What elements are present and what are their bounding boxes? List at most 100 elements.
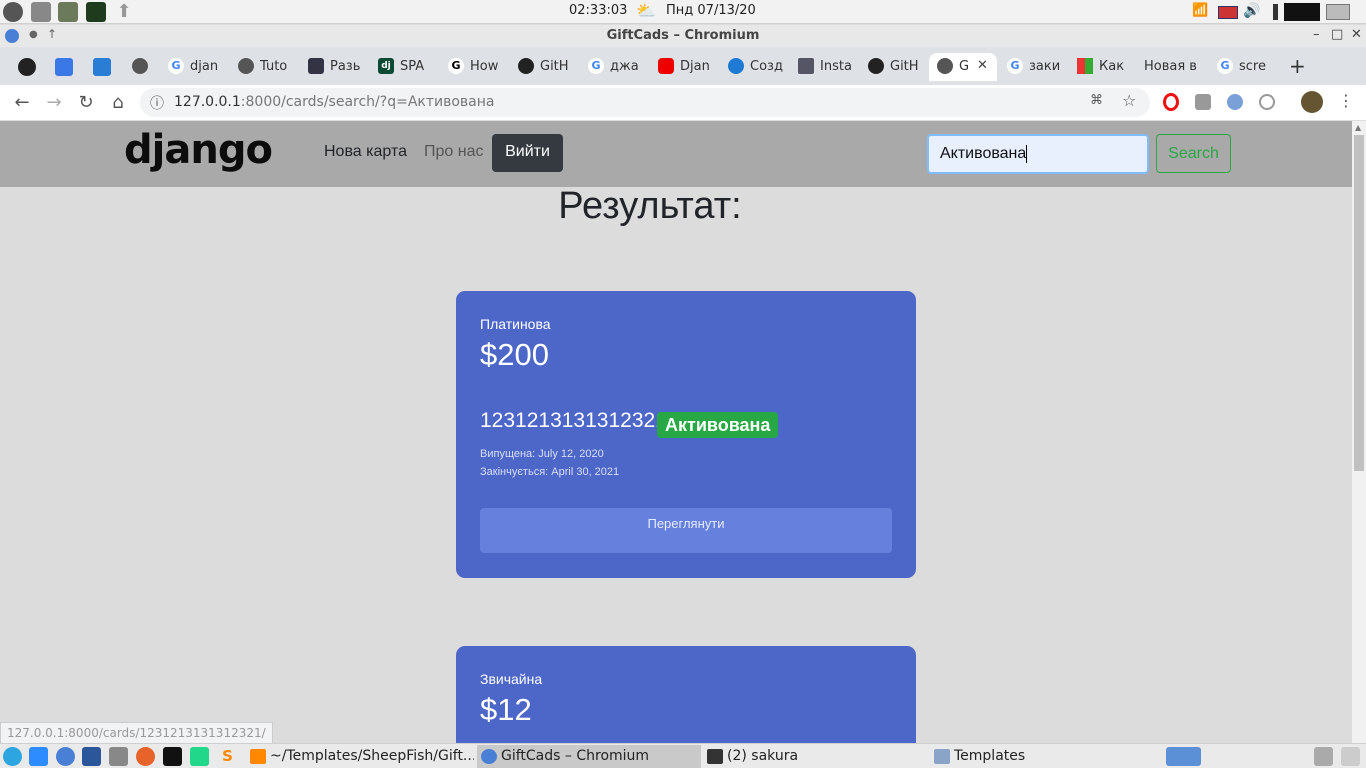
google-icon: G [1007,58,1023,74]
show-desktop-icon[interactable] [1314,747,1333,766]
telegram-icon[interactable] [3,747,22,766]
zoom-icon[interactable] [29,747,48,766]
taskbar-item-chromium[interactable]: GiftCads – Chromium [477,745,701,768]
tab-6[interactable]: GitH [510,53,578,81]
card-price: $12 [480,692,532,727]
maximize-icon[interactable]: □ [1331,27,1343,42]
page-scrollbar[interactable]: ▲ [1352,121,1366,743]
tab-15[interactable]: Новая в [1139,53,1207,81]
tab-label: Djan [680,59,710,74]
cpu-graph-icon [1284,3,1320,21]
shield-extension-icon[interactable] [1195,94,1211,110]
logout-button[interactable]: Вийти [492,134,563,172]
extension-icon[interactable] [1227,94,1243,110]
word-icon[interactable] [82,747,101,766]
tab-active[interactable]: G ✕ [929,53,997,81]
google-icon: G [1217,58,1233,74]
tab-9[interactable]: Созд [720,53,788,81]
tab-label: djan [190,59,219,74]
back-icon[interactable]: ← [10,91,34,115]
volume-icon[interactable]: 🔊 [1243,3,1260,19]
search-input[interactable]: Активована [927,134,1149,174]
webstorm-icon[interactable] [163,747,182,766]
info-icon[interactable]: ⓘ [150,93,164,113]
globe-icon [937,58,953,74]
url-path: :8000/cards/search/?q=Активована [240,94,495,110]
globe-icon [132,58,148,74]
up-arrow-icon[interactable]: ⬆ [114,2,134,22]
nav-about[interactable]: Про нас [424,143,483,161]
close-window-icon[interactable]: ✕ [1351,27,1362,42]
window-title: GiftCads – Chromium [606,28,760,43]
minimize-icon[interactable]: – [1313,27,1320,42]
taskbar-item-files[interactable]: Templates [930,745,1154,768]
monitor-icon[interactable] [58,2,78,22]
opera-extension-icon[interactable] [1163,93,1179,111]
tab-label: Созд [750,59,783,74]
tab-3[interactable]: Разь [300,53,368,81]
taskbar-item-label: GiftCads – Chromium [501,748,650,764]
pycharm-icon[interactable] [190,747,209,766]
tab-1[interactable]: Gdjan [160,53,228,81]
wifi-icon[interactable]: 📶 [1192,3,1208,18]
bookmark-star-icon[interactable]: ☆ [1122,91,1136,110]
database-icon[interactable] [109,747,128,766]
app-menu-icon[interactable] [3,2,23,22]
tab-16[interactable]: Gscre [1209,53,1271,81]
os-taskbar: S ~/Templates/SheepFish/Gift... GiftCads… [0,743,1366,768]
tab-7[interactable]: Gджа [580,53,648,81]
desktop-icon[interactable] [1326,4,1350,20]
django-logo[interactable]: django [124,127,273,173]
tab-label: Insta [820,59,852,74]
github-pinned-icon[interactable] [18,58,36,76]
sublime-icon[interactable]: S [218,747,237,766]
tab-13[interactable]: Gзаки [999,53,1067,81]
reload-icon[interactable]: ↻ [74,91,98,115]
clock-date: Пнд 07/13/20 [666,3,756,18]
tab-8[interactable]: Djan [650,53,718,81]
tab-globe[interactable] [124,53,162,81]
tab-10[interactable]: Insta [790,53,858,81]
taskbar-item-sublime[interactable]: ~/Templates/SheepFish/Gift... [246,745,474,768]
translate-icon[interactable]: ⌘ [1090,93,1103,108]
tab-label: scre [1239,59,1266,74]
card-type: Звичайна [480,671,543,687]
url-text[interactable]: 127.0.0.1:8000/cards/search/?q=Активован… [174,94,494,110]
tab-label: Разь [330,59,361,74]
workspace-icon[interactable] [1166,747,1201,766]
address-bar[interactable]: ⓘ 127.0.0.1:8000/cards/search/?q=Активов… [140,88,1150,117]
home-icon[interactable]: ⌂ [106,91,130,115]
tab-11[interactable]: GitH [860,53,928,81]
taskbar-item-label: Templates [954,748,1026,764]
taskbar-item-terminal[interactable]: (2) sakura [703,745,927,768]
trello-pinned-icon[interactable] [93,58,111,76]
tab-label: Tuto [260,59,288,74]
scrollbar-thumb[interactable] [1354,135,1364,471]
tab-label: GitH [540,59,569,74]
chromium-taskbar-icon[interactable] [56,747,75,766]
contacts-pinned-icon[interactable] [55,58,73,76]
profile-avatar[interactable] [1301,91,1323,113]
tab-14[interactable]: Как [1069,53,1137,81]
tray-icon[interactable] [1341,747,1360,766]
nav-new-card[interactable]: Нова карта [324,143,407,161]
tab-5[interactable]: G How [440,53,508,81]
github-icon [518,58,534,74]
terminal-icon[interactable] [86,2,106,22]
view-card-button[interactable]: Переглянути [480,508,892,553]
react-devtools-icon[interactable] [1259,94,1275,110]
menu-kebab-icon[interactable]: ⋮ [1338,91,1354,110]
forward-icon[interactable]: → [42,91,66,115]
postman-icon[interactable] [136,747,155,766]
scroll-up-icon[interactable]: ▲ [1355,123,1361,132]
card-price: $200 [480,337,549,372]
gift-card: Звичайна $12 [456,646,916,743]
tab-4[interactable]: dj SPA [370,53,438,81]
search-button[interactable]: Search [1156,134,1231,173]
close-tab-icon[interactable]: ✕ [977,58,988,73]
new-tab-icon[interactable]: + [1289,54,1306,78]
tab-2[interactable]: Tuto [230,53,298,81]
doc-icon [798,58,814,74]
files-icon[interactable] [31,2,51,22]
keyboard-flag-icon[interactable] [1218,6,1238,19]
